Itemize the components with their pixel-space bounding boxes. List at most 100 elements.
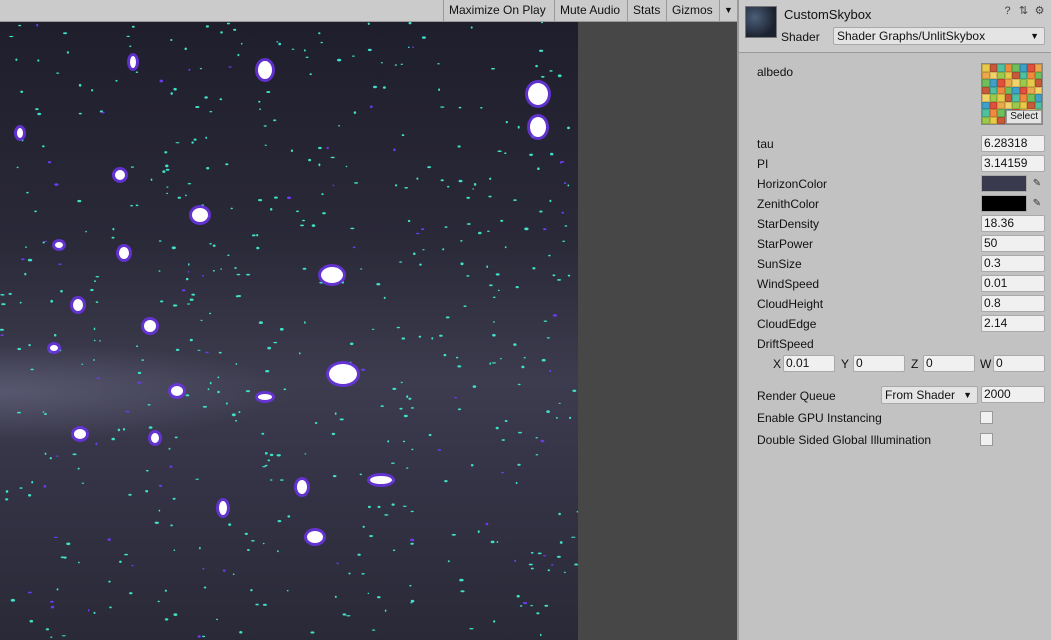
star — [262, 466, 267, 468]
game-viewport[interactable] — [0, 22, 578, 640]
star — [226, 402, 228, 405]
star — [410, 602, 413, 604]
star — [369, 535, 374, 537]
star — [205, 351, 209, 354]
drift-z-field[interactable]: 0 — [923, 355, 975, 372]
eyedropper-icon[interactable]: ✎ — [1029, 175, 1045, 192]
albedo-select-button[interactable]: Select — [1006, 110, 1042, 124]
zenith-color-swatch[interactable] — [981, 195, 1027, 212]
star — [391, 462, 395, 464]
star — [412, 46, 414, 48]
albedo-pixel — [989, 94, 997, 102]
drift-y-field[interactable]: 0 — [853, 355, 905, 372]
sun-size-field[interactable]: 0.3 — [981, 255, 1045, 272]
bright-star — [219, 501, 227, 515]
star — [96, 377, 101, 379]
render-queue-field[interactable]: 2000 — [981, 386, 1045, 403]
star — [202, 567, 205, 570]
star — [227, 254, 230, 257]
albedo-pixel — [982, 86, 990, 94]
star — [34, 210, 37, 213]
gizmos-dropdown-icon[interactable]: ▼ — [719, 0, 737, 21]
star — [235, 419, 238, 422]
drift-w-label: W — [980, 357, 992, 371]
gpu-instancing-checkbox[interactable] — [980, 411, 993, 424]
maximize-on-play-toggle[interactable]: Maximize On Play — [443, 0, 553, 21]
cloud-edge-label: CloudEdge — [757, 317, 817, 331]
cloud-edge-field[interactable]: 2.14 — [981, 315, 1045, 332]
albedo-pixel — [1034, 94, 1042, 102]
star — [478, 231, 482, 235]
mute-audio-toggle[interactable]: Mute Audio — [554, 0, 627, 21]
albedo-pixel — [1019, 64, 1027, 72]
star — [477, 530, 480, 533]
double-sided-gi-label: Double Sided Global Illumination — [757, 433, 932, 447]
star — [261, 432, 265, 435]
star — [130, 166, 134, 168]
cloud-height-field[interactable]: 0.8 — [981, 295, 1045, 312]
tau-field[interactable]: 6.28318 — [981, 135, 1045, 152]
albedo-pixel — [1012, 64, 1020, 72]
star — [206, 167, 210, 170]
render-queue-dropdown[interactable]: From Shader ▼ — [881, 386, 978, 404]
star — [410, 538, 415, 542]
star — [154, 521, 159, 524]
star — [236, 273, 241, 276]
star — [489, 362, 492, 365]
star-power-field[interactable]: 50 — [981, 235, 1045, 252]
star — [409, 584, 412, 587]
drift-x-label: X — [773, 357, 782, 371]
star — [42, 145, 45, 148]
shader-dropdown-value: Shader Graphs/UnlitSkybox — [837, 29, 986, 43]
material-preview-thumbnail — [745, 6, 777, 38]
star — [28, 344, 31, 347]
star — [230, 207, 233, 210]
albedo-texture-slot[interactable]: Select — [981, 63, 1043, 125]
star — [101, 111, 105, 114]
star — [279, 327, 284, 331]
star — [17, 347, 22, 351]
help-icon[interactable]: ? — [1002, 6, 1013, 17]
star — [50, 636, 53, 638]
star — [332, 475, 337, 478]
settings-icon[interactable]: ⚙ — [1034, 6, 1045, 17]
star — [485, 522, 489, 526]
star-density-field[interactable]: 18.36 — [981, 215, 1045, 232]
star — [19, 301, 22, 304]
star — [60, 556, 65, 559]
star — [400, 63, 403, 65]
star — [418, 335, 422, 338]
double-sided-gi-checkbox[interactable] — [980, 433, 993, 446]
star — [137, 371, 142, 375]
star — [517, 125, 520, 129]
star — [407, 219, 411, 223]
gizmos-toggle[interactable]: Gizmos — [666, 0, 719, 21]
star — [516, 594, 520, 598]
pi-field[interactable]: 3.14159 — [981, 155, 1045, 172]
drift-x-field[interactable]: 0.01 — [783, 355, 835, 372]
star — [258, 100, 261, 103]
star — [491, 67, 495, 70]
star — [148, 426, 153, 429]
star — [78, 83, 82, 87]
drift-w-field[interactable]: 0 — [993, 355, 1045, 372]
star — [37, 112, 42, 116]
star — [332, 184, 335, 187]
star — [189, 298, 194, 301]
shader-dropdown[interactable]: Shader Graphs/UnlitSkybox ▼ — [833, 27, 1045, 45]
horizon-color-swatch[interactable] — [981, 175, 1027, 192]
star — [185, 194, 187, 197]
star — [81, 363, 84, 365]
eyedropper-icon[interactable]: ✎ — [1029, 195, 1045, 212]
star — [170, 92, 173, 95]
star — [164, 151, 168, 154]
chevron-down-icon: ▼ — [1030, 31, 1039, 41]
wind-speed-field[interactable]: 0.01 — [981, 275, 1045, 292]
stats-toggle[interactable]: Stats — [627, 0, 666, 21]
presets-icon[interactable]: ⇅ — [1018, 6, 1029, 17]
star — [559, 541, 563, 544]
star — [497, 289, 500, 292]
star — [44, 413, 47, 415]
star — [501, 439, 505, 441]
albedo-pixel — [997, 94, 1005, 102]
